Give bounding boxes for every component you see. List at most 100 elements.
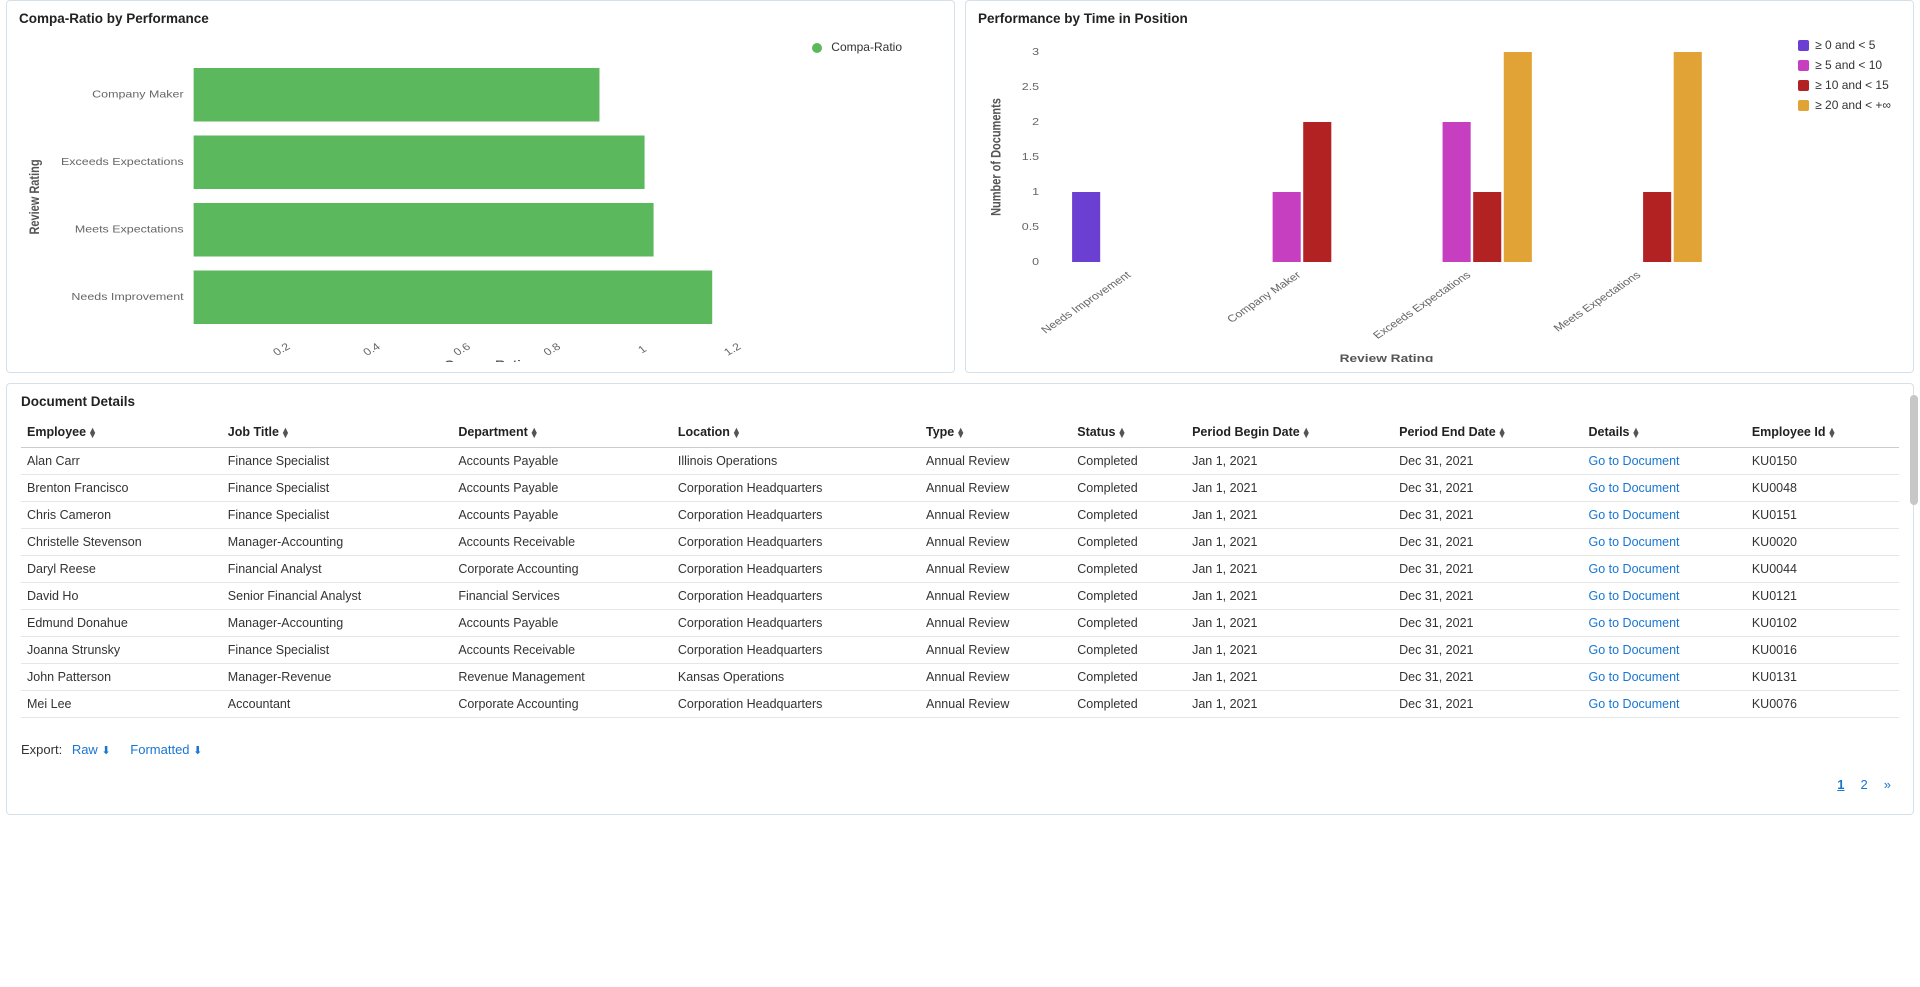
table-cell: Completed (1071, 448, 1186, 475)
table-cell: Daryl Reese (21, 556, 222, 583)
page-button[interactable]: 1 (1829, 775, 1852, 794)
go-to-document-link[interactable]: Go to Document (1589, 454, 1680, 468)
table-cell: KU0131 (1746, 664, 1899, 691)
table-cell: Completed (1071, 610, 1186, 637)
table-cell: Corporation Headquarters (672, 583, 920, 610)
chart-title: Performance by Time in Position (978, 11, 1901, 26)
performance-time-chart[interactable]: ≥ 0 and < 5 ≥ 5 and < 10 ≥ 10 and < 15 ≥ 20… (978, 32, 1901, 362)
go-to-document-link[interactable]: Go to Document (1589, 697, 1680, 711)
column-header[interactable]: Period Begin Date▲▼ (1186, 417, 1393, 448)
table-cell: Go to Document (1583, 448, 1746, 475)
go-to-document-link[interactable]: Go to Document (1589, 508, 1680, 522)
table-cell: Finance Specialist (222, 475, 453, 502)
sort-icon: ▲▼ (530, 428, 539, 438)
table-cell: Completed (1071, 637, 1186, 664)
table-cell: Dec 31, 2021 (1393, 583, 1582, 610)
column-header[interactable]: Employee Id▲▼ (1746, 417, 1899, 448)
table-cell: Dec 31, 2021 (1393, 610, 1582, 637)
table-row: Joanna StrunskyFinance SpecialistAccount… (21, 637, 1899, 664)
go-to-document-link[interactable]: Go to Document (1589, 562, 1680, 576)
document-details-table: Employee▲▼Job Title▲▼Department▲▼Locatio… (21, 417, 1899, 718)
column-header[interactable]: Status▲▼ (1071, 417, 1186, 448)
table-cell: Completed (1071, 583, 1186, 610)
svg-text:2: 2 (1032, 117, 1039, 128)
legend-item[interactable]: ≥ 10 and < 15 (1798, 78, 1891, 92)
table-cell: Manager-Revenue (222, 664, 453, 691)
go-to-document-link[interactable]: Go to Document (1589, 535, 1680, 549)
table-cell: Accounts Payable (452, 502, 672, 529)
next-page-button[interactable]: » (1876, 775, 1899, 794)
table-cell: Jan 1, 2021 (1186, 664, 1393, 691)
svg-text:0.8: 0.8 (542, 341, 564, 358)
table-cell: Joanna Strunsky (21, 637, 222, 664)
table-cell: John Patterson (21, 664, 222, 691)
table-cell: KU0076 (1746, 691, 1899, 718)
table-cell: KU0102 (1746, 610, 1899, 637)
table-cell: Go to Document (1583, 637, 1746, 664)
scrollbar[interactable] (1910, 395, 1918, 505)
compa-ratio-chart[interactable]: Compa-Ratio Company MakerExceeds Expecta… (19, 32, 942, 362)
export-raw-link[interactable]: Raw ⬇ (72, 742, 114, 757)
legend-item[interactable]: ≥ 5 and < 10 (1798, 58, 1891, 72)
svg-text:0.6: 0.6 (451, 341, 473, 358)
column-header[interactable]: Department▲▼ (452, 417, 672, 448)
table-cell: Jan 1, 2021 (1186, 448, 1393, 475)
sort-icon: ▲▼ (281, 428, 290, 438)
table-cell: Senior Financial Analyst (222, 583, 453, 610)
column-header[interactable]: Details▲▼ (1583, 417, 1746, 448)
table-cell: Jan 1, 2021 (1186, 610, 1393, 637)
export-row: Export: Raw ⬇ Formatted ⬇ (21, 742, 1899, 757)
table-cell: Dec 31, 2021 (1393, 502, 1582, 529)
table-cell: Annual Review (920, 610, 1071, 637)
table-cell: Manager-Accounting (222, 610, 453, 637)
export-formatted-link[interactable]: Formatted ⬇ (130, 742, 202, 757)
svg-text:1: 1 (1032, 187, 1039, 198)
svg-text:1: 1 (636, 344, 649, 356)
table-cell: KU0048 (1746, 475, 1899, 502)
legend-item[interactable]: ≥ 0 and < 5 (1798, 38, 1891, 52)
table-cell: Corporation Headquarters (672, 556, 920, 583)
table-cell: Completed (1071, 556, 1186, 583)
table-cell: KU0150 (1746, 448, 1899, 475)
svg-text:1.2: 1.2 (722, 341, 744, 358)
go-to-document-link[interactable]: Go to Document (1589, 643, 1680, 657)
table-cell: David Ho (21, 583, 222, 610)
table-cell: Brenton Francisco (21, 475, 222, 502)
svg-text:Meets Expectations: Meets Expectations (75, 225, 184, 236)
svg-text:Exceeds Expectations: Exceeds Expectations (1371, 270, 1474, 342)
sort-icon: ▲▼ (1117, 428, 1126, 438)
go-to-document-link[interactable]: Go to Document (1589, 670, 1680, 684)
column-header[interactable]: Location▲▼ (672, 417, 920, 448)
table-cell: Mei Lee (21, 691, 222, 718)
table-cell: Dec 31, 2021 (1393, 664, 1582, 691)
table-cell: Accounts Receivable (452, 637, 672, 664)
go-to-document-link[interactable]: Go to Document (1589, 616, 1680, 630)
table-cell: Go to Document (1583, 664, 1746, 691)
table-cell: Accounts Receivable (452, 529, 672, 556)
chart-legend: ≥ 0 and < 5 ≥ 5 and < 10 ≥ 10 and < 15 ≥ 20… (1798, 38, 1891, 118)
legend-item[interactable]: ≥ 20 and < +∞ (1798, 98, 1891, 112)
page-button[interactable]: 2 (1853, 775, 1876, 794)
column-header[interactable]: Job Title▲▼ (222, 417, 453, 448)
svg-text:Review Rating: Review Rating (1340, 352, 1434, 362)
table-cell: Corporate Accounting (452, 691, 672, 718)
column-header[interactable]: Period End Date▲▼ (1393, 417, 1582, 448)
legend-swatch-icon (1798, 80, 1809, 91)
go-to-document-link[interactable]: Go to Document (1589, 481, 1680, 495)
table-cell: Alan Carr (21, 448, 222, 475)
table-cell: Corporation Headquarters (672, 637, 920, 664)
sort-icon: ▲▼ (1632, 428, 1641, 438)
table-cell: Jan 1, 2021 (1186, 502, 1393, 529)
column-header[interactable]: Employee▲▼ (21, 417, 222, 448)
performance-time-chart-panel: Performance by Time in Position ≥ 0 and … (965, 0, 1914, 373)
legend-label: ≥ 0 and < 5 (1815, 38, 1875, 52)
table-cell: Go to Document (1583, 583, 1746, 610)
table-cell: Accountant (222, 691, 453, 718)
table-cell: Annual Review (920, 475, 1071, 502)
svg-text:Needs Improvement: Needs Improvement (1039, 269, 1134, 335)
table-cell: Jan 1, 2021 (1186, 583, 1393, 610)
table-cell: Jan 1, 2021 (1186, 475, 1393, 502)
column-header[interactable]: Type▲▼ (920, 417, 1071, 448)
table-cell: Corporation Headquarters (672, 610, 920, 637)
go-to-document-link[interactable]: Go to Document (1589, 589, 1680, 603)
